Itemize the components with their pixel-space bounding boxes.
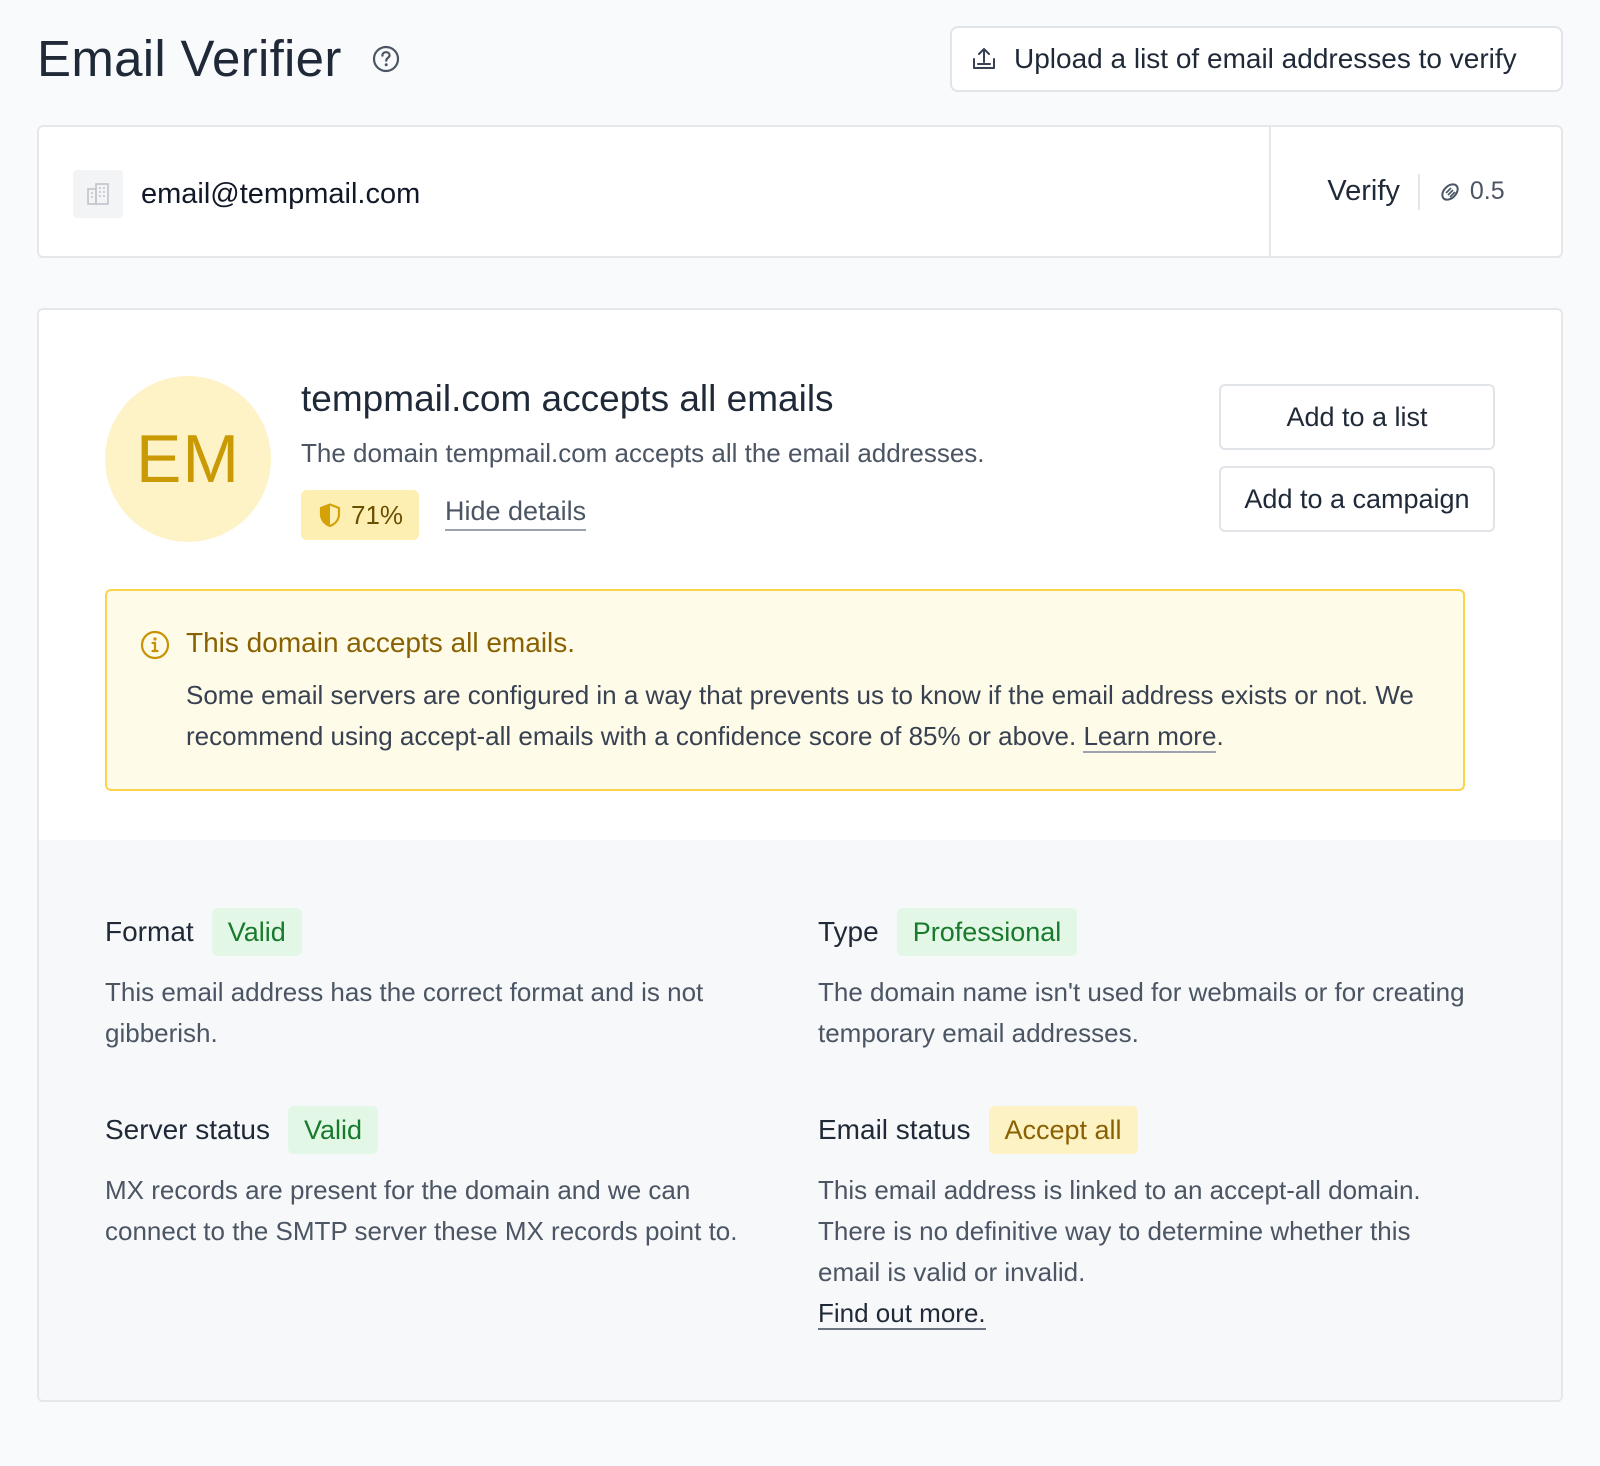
upload-list-button[interactable]: Upload a list of email addresses to veri…	[950, 26, 1563, 92]
search-bar: Verify 0.5	[37, 125, 1563, 258]
add-to-list-button[interactable]: Add to a list	[1219, 384, 1495, 450]
server-status-badge: Valid	[287, 1106, 378, 1154]
credit-cost: 0.5	[1469, 177, 1505, 205]
email-status-badge: Accept all	[988, 1106, 1138, 1154]
alert-body: Some email servers are configured in a w…	[186, 675, 1446, 757]
confidence-score: 71%	[351, 499, 404, 530]
type-description: The domain name isn't used for webmails …	[818, 977, 1465, 1048]
result-subtitle: The domain tempmail.com accepts all the …	[301, 438, 985, 468]
format-status-badge: Valid	[211, 908, 302, 956]
type-label: Type	[818, 916, 879, 947]
format-label: Format	[105, 916, 194, 947]
detail-format: Format Valid This email address has the …	[105, 908, 755, 1054]
alert-text: Some email servers are configured in a w…	[186, 680, 1414, 751]
divider	[1417, 173, 1420, 210]
credit-icon	[1441, 182, 1459, 201]
page-header: Email Verifier Upload a list of email ad…	[37, 26, 1563, 92]
verify-label: Verify	[1327, 175, 1400, 207]
detail-server-status: Server status Valid MX records are prese…	[105, 1106, 755, 1252]
building-icon	[73, 170, 123, 218]
avatar: EM	[105, 376, 271, 542]
email-input[interactable]	[141, 167, 1141, 221]
email-status-description: This email address is linked to an accep…	[818, 1170, 1468, 1334]
verify-button[interactable]: Verify 0.5	[1327, 173, 1505, 210]
details-panel: Format Valid This email address has the …	[39, 840, 1561, 1400]
upload-icon	[973, 48, 995, 69]
detail-type: Type Professional The domain name isn't …	[818, 908, 1468, 1054]
result-card: EM tempmail.com accepts all emails The d…	[37, 308, 1563, 1402]
type-status-badge: Professional	[896, 908, 1078, 956]
accept-all-alert: This domain accepts all emails. Some ema…	[105, 589, 1465, 791]
page-title: Email Verifier	[37, 30, 342, 87]
detail-email-status: Email status Accept all This email addre…	[818, 1106, 1468, 1334]
find-out-more-link[interactable]: Find out more.	[818, 1298, 986, 1330]
format-description: This email address has the correct forma…	[105, 977, 704, 1048]
shield-icon	[319, 503, 341, 528]
hide-details-link[interactable]: Hide details	[445, 496, 587, 531]
server-status-description: MX records are present for the domain an…	[105, 1175, 738, 1246]
help-icon[interactable]	[370, 43, 402, 75]
info-icon	[140, 630, 170, 660]
result-title: tempmail.com accepts all emails	[301, 378, 834, 419]
alert-title: This domain accepts all emails.	[186, 627, 576, 658]
alert-period: .	[1216, 721, 1224, 751]
server-status-label: Server status	[105, 1114, 270, 1145]
confidence-score-badge: 71%	[301, 490, 420, 540]
email-status-text: This email address is linked to an accep…	[818, 1175, 1421, 1287]
add-to-campaign-button[interactable]: Add to a campaign	[1219, 466, 1495, 532]
email-status-label: Email status	[818, 1114, 971, 1145]
avatar-initials: EM	[136, 421, 240, 497]
upload-label: Upload a list of email addresses to veri…	[1014, 43, 1517, 74]
learn-more-link[interactable]: Learn more	[1083, 721, 1217, 753]
verify-section: Verify 0.5	[1269, 127, 1561, 256]
